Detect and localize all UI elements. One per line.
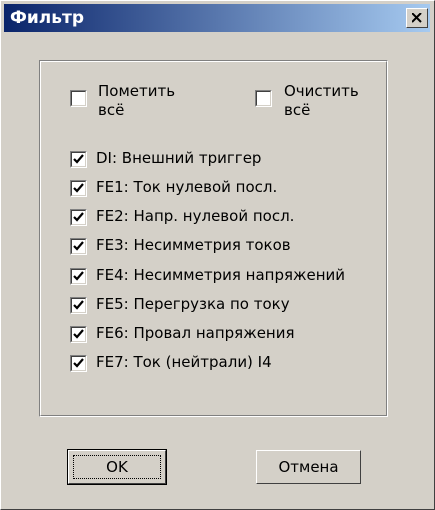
focus-rect [73,455,161,479]
checkmark-icon [73,329,84,339]
filter-checkbox[interactable] [70,180,87,197]
filter-checkbox[interactable] [70,326,87,343]
checkmark-icon [73,271,84,281]
checkmark-icon [73,154,84,164]
cancel-button[interactable]: Отмена [256,450,361,484]
checkmark-icon [73,358,84,368]
filter-label: DI: Внешний триггер [96,149,262,167]
filter-label: FE7: Ток (нейтрали) I4 [96,353,272,371]
filter-checkbox[interactable] [70,355,87,372]
filter-label: FE1: Ток нулевой посл. [96,178,278,196]
filter-checkbox[interactable] [70,268,87,285]
ok-button[interactable]: OK [67,449,167,485]
checkmark-icon [73,300,84,310]
clear-all-checkbox[interactable] [255,90,272,107]
filter-checkbox[interactable] [70,209,87,226]
mark-all-checkbox[interactable] [70,90,87,107]
checkmark-icon [73,212,84,222]
filter-label: FE4: Несимметрия напряжений [96,266,346,284]
filter-label: FE2: Напр. нулевой посл. [96,207,295,225]
mark-all-label: Пометить всё [98,82,176,119]
filter-checkbox[interactable] [70,151,87,168]
filter-checkbox[interactable] [70,238,87,255]
cancel-button-label: Отмена [278,458,339,476]
close-icon [412,13,422,23]
filter-checkbox[interactable] [70,297,87,314]
clear-all-label: Очистить всё [284,82,359,119]
filter-label: FE5: Перегрузка по току [96,295,290,313]
filter-dialog: Фильтр Пометить всё Очистить всё DI: Вне… [0,0,435,510]
title-bar[interactable]: Фильтр [4,4,430,32]
window-title: Фильтр [10,8,84,28]
checkmark-icon [73,241,84,251]
close-button[interactable] [406,8,428,28]
filter-label: FE3: Несимметрия токов [96,236,291,254]
checkmark-icon [73,183,84,193]
filter-label: FE6: Провал напряжения [96,324,295,342]
